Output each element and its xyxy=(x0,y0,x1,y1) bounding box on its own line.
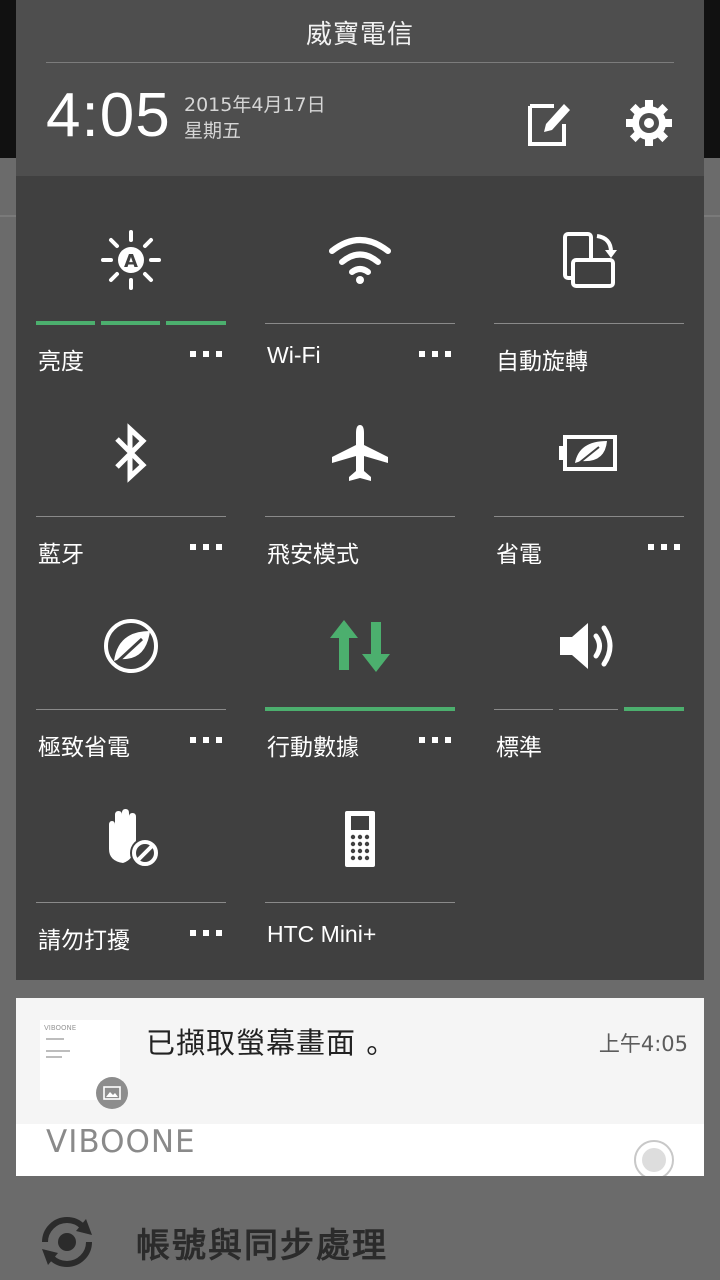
htc-mini-icon xyxy=(320,799,400,879)
tile-label: HTC Mini+ xyxy=(267,921,377,947)
do-not-disturb-icon xyxy=(91,799,171,879)
thumbnail-line xyxy=(46,1050,70,1052)
tile-divider xyxy=(36,709,226,710)
notification-shade: 威寶電信 4:05 2015年4月17日 星期五 A 亮度 Wi-Fi 自動旋轉… xyxy=(16,0,704,980)
notification-time: 上午4:05 xyxy=(598,1032,688,1056)
tile-extreme-power-saver[interactable]: 極致省電 xyxy=(36,566,226,760)
tile-active-indicator xyxy=(265,707,455,711)
screenshot-notification[interactable]: VIBOONE 已擷取螢幕畫面 。 上午4:05 xyxy=(16,998,704,1124)
tile-label: 極致省電 xyxy=(38,734,130,760)
tile-label: 飛安模式 xyxy=(267,541,359,567)
more-icon[interactable] xyxy=(190,344,222,364)
background-app-sheet: VIBOONE xyxy=(16,1124,704,1176)
thumbnail-line xyxy=(46,1056,62,1058)
shade-header: 威寶電信 4:05 2015年4月17日 星期五 xyxy=(16,0,704,176)
clock: 4:05 xyxy=(46,81,171,150)
svg-text:A: A xyxy=(124,251,138,272)
tile-bluetooth[interactable]: 藍牙 xyxy=(36,373,226,567)
tile-label: 亮度 xyxy=(38,348,84,374)
mobile-data-icon xyxy=(320,606,400,686)
extreme-power-saver-icon xyxy=(91,606,171,686)
tile-wifi[interactable]: Wi-Fi xyxy=(265,180,455,373)
edit-icon[interactable] xyxy=(524,98,574,148)
radio-button[interactable] xyxy=(634,1140,674,1176)
tile-do-not-disturb[interactable]: 請勿打擾 xyxy=(36,759,226,953)
tile-label: 藍牙 xyxy=(38,541,84,567)
tile-power-saver[interactable]: 省電 xyxy=(494,373,684,567)
power-saver-icon xyxy=(549,413,629,493)
airplane-icon xyxy=(320,413,400,493)
more-icon[interactable] xyxy=(190,537,222,557)
screenshot-icon xyxy=(96,1077,128,1109)
volume-level-2 xyxy=(559,709,618,710)
account-sync-row[interactable]: 帳號與同步處理 xyxy=(0,1204,720,1280)
date-line: 2015年4月17日 xyxy=(184,94,326,116)
account-sync-label: 帳號與同步處理 xyxy=(136,1225,388,1266)
more-icon[interactable] xyxy=(190,923,222,943)
more-icon[interactable] xyxy=(190,730,222,750)
weekday: 星期五 xyxy=(184,120,242,142)
brightness-auto-icon: A xyxy=(91,220,171,300)
carrier-name: 威寶電信 xyxy=(305,20,414,50)
date: 2015年4月17日 星期五 xyxy=(184,92,326,144)
thumbnail-line xyxy=(46,1038,64,1040)
volume-level-1 xyxy=(494,709,553,710)
tile-label: 自動旋轉 xyxy=(496,348,588,374)
app-name: VIBOONE xyxy=(46,1124,196,1160)
bluetooth-icon xyxy=(91,413,171,493)
tile-auto-rotate[interactable]: 自動旋轉 xyxy=(494,180,684,374)
more-icon[interactable] xyxy=(648,537,680,557)
tile-label: Wi-Fi xyxy=(267,342,321,368)
volume-level-3 xyxy=(624,707,684,711)
tile-divider xyxy=(265,516,455,517)
tile-label: 行動數據 xyxy=(267,734,359,760)
gear-icon[interactable] xyxy=(624,98,674,148)
brightness-level-1 xyxy=(36,321,95,325)
tile-divider xyxy=(265,323,455,324)
tile-brightness[interactable]: A 亮度 xyxy=(36,180,226,374)
volume-icon xyxy=(549,606,629,686)
tile-label: 請勿打擾 xyxy=(38,927,130,953)
notification-title: 已擷取螢幕畫面 。 xyxy=(146,1026,397,1060)
tile-label: 標準 xyxy=(496,734,542,760)
more-icon[interactable] xyxy=(419,730,451,750)
tile-sound-profile[interactable]: 標準 xyxy=(494,566,684,760)
tile-airplane-mode[interactable]: 飛安模式 xyxy=(265,373,455,567)
brightness-level-2 xyxy=(101,321,160,325)
thumbnail-text: VIBOONE xyxy=(44,1024,77,1032)
tile-divider xyxy=(265,902,455,903)
more-icon[interactable] xyxy=(419,344,451,364)
tile-htc-mini[interactable]: HTC Mini+ xyxy=(265,759,455,952)
tile-divider xyxy=(494,516,684,517)
auto-rotate-icon xyxy=(549,220,629,300)
wifi-icon xyxy=(320,220,400,300)
header-divider xyxy=(46,62,674,63)
tile-divider xyxy=(36,902,226,903)
tile-label: 省電 xyxy=(496,541,542,567)
tile-mobile-data[interactable]: 行動數據 xyxy=(265,566,455,760)
brightness-level-3 xyxy=(166,321,226,325)
sync-icon xyxy=(42,1217,92,1267)
tile-divider xyxy=(36,516,226,517)
tile-divider xyxy=(494,323,684,324)
